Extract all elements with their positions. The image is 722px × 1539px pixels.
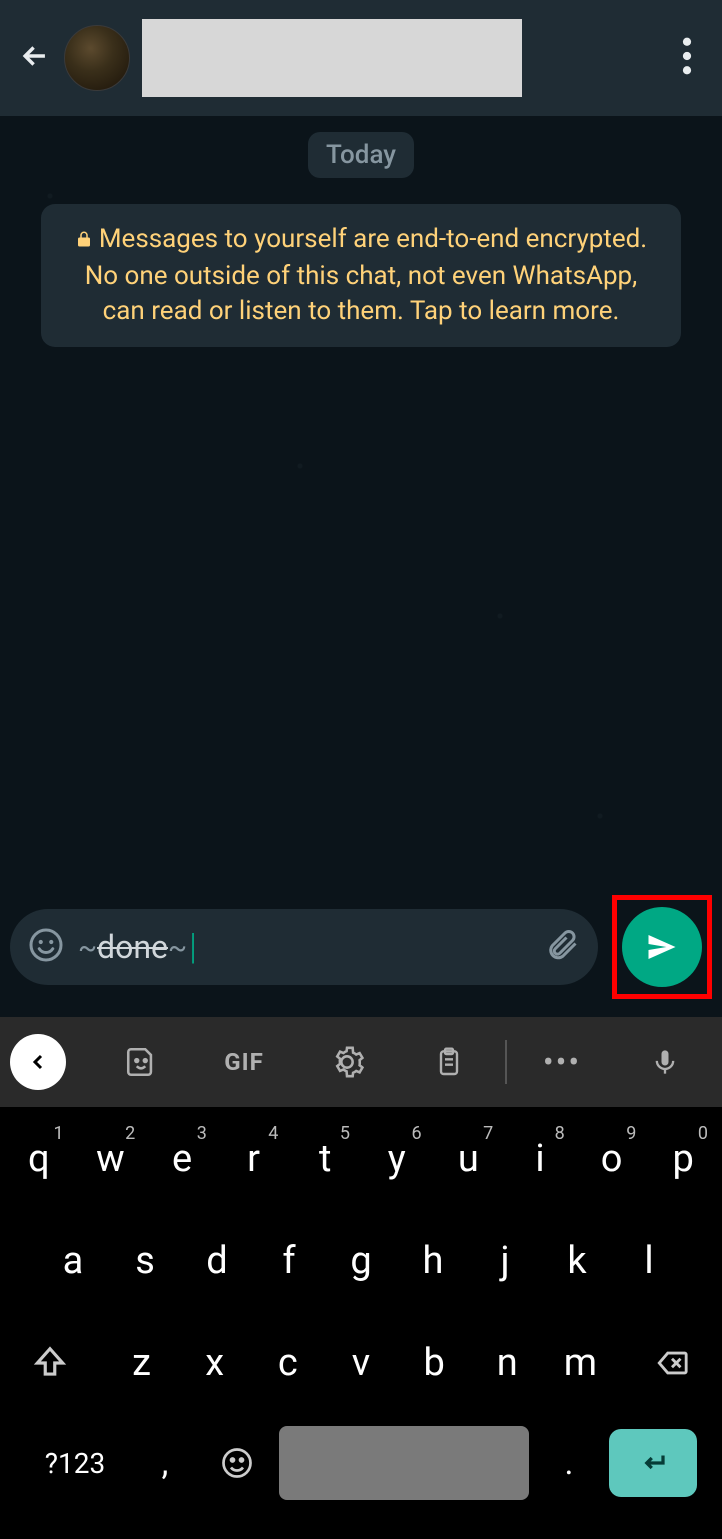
chat-messages-area[interactable]: Today Messages to yourself are end-to-en…	[0, 116, 722, 883]
comma-key[interactable]: ,	[135, 1425, 195, 1501]
key-g[interactable]: g	[328, 1221, 394, 1301]
emoji-picker-icon[interactable]	[28, 927, 64, 967]
backspace-key[interactable]	[628, 1323, 716, 1403]
key-y[interactable]: y6	[364, 1119, 430, 1199]
chat-header	[0, 0, 722, 116]
message-composer-row: ~done~ |	[0, 883, 722, 1017]
key-t[interactable]: t5	[292, 1119, 358, 1199]
encryption-text: Messages to yourself are end-to-end encr…	[85, 224, 647, 326]
more-options-icon[interactable]	[670, 37, 704, 79]
key-l[interactable]: l	[616, 1221, 682, 1301]
soft-keyboard: q1w2e3r4t5y6u7i8o9p0 asdfghjkl zxcvbnm ?…	[0, 1107, 722, 1539]
key-i[interactable]: i8	[507, 1119, 573, 1199]
text-cursor: |	[189, 926, 197, 968]
back-arrow-icon[interactable]	[18, 39, 52, 77]
typed-text: done	[97, 928, 168, 966]
contact-avatar[interactable]	[64, 25, 130, 91]
microphone-icon[interactable]	[617, 1017, 712, 1107]
date-separator: Today	[308, 132, 414, 178]
key-j[interactable]: j	[472, 1221, 538, 1301]
key-z[interactable]: z	[108, 1323, 175, 1403]
lock-icon	[75, 224, 93, 259]
key-c[interactable]: c	[254, 1323, 321, 1403]
shift-key[interactable]	[6, 1323, 94, 1403]
sticker-icon[interactable]	[94, 1017, 189, 1107]
contact-name-redacted[interactable]	[142, 19, 522, 97]
key-w[interactable]: w2	[78, 1119, 144, 1199]
period-key[interactable]: .	[539, 1425, 599, 1501]
message-input-pill[interactable]: ~done~ |	[10, 909, 598, 985]
settings-gear-icon[interactable]	[299, 1017, 394, 1107]
key-r[interactable]: r4	[221, 1119, 287, 1199]
key-q[interactable]: q1	[6, 1119, 72, 1199]
key-u[interactable]: u7	[436, 1119, 502, 1199]
gif-button[interactable]: GIF	[197, 1017, 292, 1107]
tilde-prefix: ~	[78, 931, 97, 964]
symbols-key[interactable]: ?123	[25, 1425, 125, 1501]
clipboard-icon[interactable]	[402, 1017, 497, 1107]
key-h[interactable]: h	[400, 1221, 466, 1301]
enter-key[interactable]	[609, 1429, 697, 1497]
key-x[interactable]: x	[181, 1323, 248, 1403]
key-e[interactable]: e3	[149, 1119, 215, 1199]
key-p[interactable]: p0	[650, 1119, 716, 1199]
attachment-icon[interactable]	[544, 927, 580, 967]
toolbar-more-icon[interactable]: •••	[515, 1017, 610, 1107]
message-input-text[interactable]: ~done~ |	[78, 926, 530, 968]
space-key[interactable]	[279, 1426, 529, 1500]
key-k[interactable]: k	[544, 1221, 610, 1301]
send-button[interactable]	[622, 907, 702, 987]
key-n[interactable]: n	[474, 1323, 541, 1403]
key-m[interactable]: m	[547, 1323, 614, 1403]
emoji-key[interactable]	[205, 1425, 269, 1501]
key-a[interactable]: a	[40, 1221, 106, 1301]
tilde-suffix: ~	[168, 931, 187, 964]
key-f[interactable]: f	[256, 1221, 322, 1301]
send-button-highlight	[612, 895, 712, 999]
key-s[interactable]: s	[112, 1221, 178, 1301]
key-d[interactable]: d	[184, 1221, 250, 1301]
key-b[interactable]: b	[401, 1323, 468, 1403]
keyboard-toolbar: GIF •••	[0, 1017, 722, 1107]
encryption-notice[interactable]: Messages to yourself are end-to-end encr…	[41, 204, 681, 347]
key-v[interactable]: v	[327, 1323, 394, 1403]
key-o[interactable]: o9	[579, 1119, 645, 1199]
toolbar-divider	[505, 1040, 507, 1084]
keyboard-back-icon[interactable]	[10, 1034, 66, 1090]
